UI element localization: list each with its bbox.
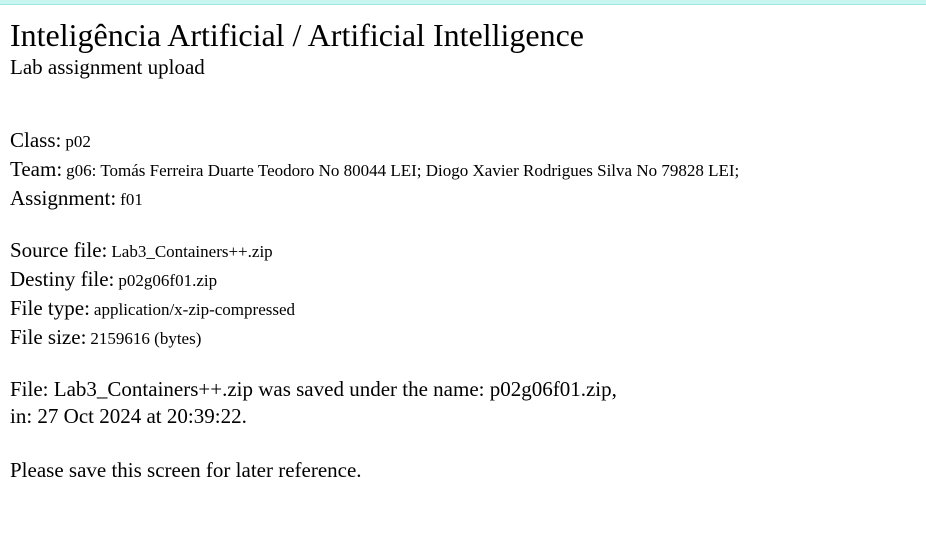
team-row: Team: g06: Tomás Ferreira Duarte Teodoro…	[10, 156, 916, 185]
file-details: Source file: Lab3_Containers++.zip Desti…	[10, 237, 916, 353]
destiny-file-label: Destiny file:	[10, 267, 115, 291]
file-type-row: File type: application/x-zip-compressed	[10, 295, 916, 324]
file-size-value: 2159616 (bytes)	[90, 329, 202, 348]
file-type-value: application/x-zip-compressed	[93, 300, 296, 319]
save-result-line-2: in: 27 Oct 2024 at 20:39:22.	[10, 404, 247, 428]
assignment-row: Assignment: f01	[10, 185, 916, 214]
save-result-line-1: File: Lab3_Containers++.zip was saved un…	[10, 377, 617, 401]
class-value: p02	[65, 132, 91, 151]
destiny-file-value: p02g06f01.zip	[118, 271, 218, 290]
destiny-file-row: Destiny file: p02g06f01.zip	[10, 266, 916, 295]
assignment-value: f01	[120, 190, 143, 209]
save-result: File: Lab3_Containers++.zip was saved un…	[10, 376, 916, 430]
page-subtitle: Lab assignment upload	[10, 55, 205, 79]
source-file-row: Source file: Lab3_Containers++.zip	[10, 237, 916, 266]
class-label: Class:	[10, 128, 62, 152]
save-screen-note: Please save this screen for later refere…	[10, 458, 362, 482]
page-title: Inteligência Artificial / Artificial Int…	[10, 17, 584, 53]
upload-confirmation-page: Inteligência Artificial / Artificial Int…	[10, 16, 916, 484]
file-type-label: File type:	[10, 296, 90, 320]
class-row: Class: p02	[10, 127, 916, 156]
assignment-label: Assignment:	[10, 186, 117, 210]
source-file-label: Source file:	[10, 238, 108, 262]
team-label: Team:	[10, 157, 63, 181]
source-file-value: Lab3_Containers++.zip	[111, 242, 273, 261]
file-size-row: File size: 2159616 (bytes)	[10, 324, 916, 353]
assignment-details: Class: p02 Team: g06: Tomás Ferreira Dua…	[10, 127, 916, 214]
file-size-label: File size:	[10, 325, 87, 349]
team-value: g06: Tomás Ferreira Duarte Teodoro No 80…	[66, 161, 740, 180]
window-top-bar	[0, 0, 926, 5]
